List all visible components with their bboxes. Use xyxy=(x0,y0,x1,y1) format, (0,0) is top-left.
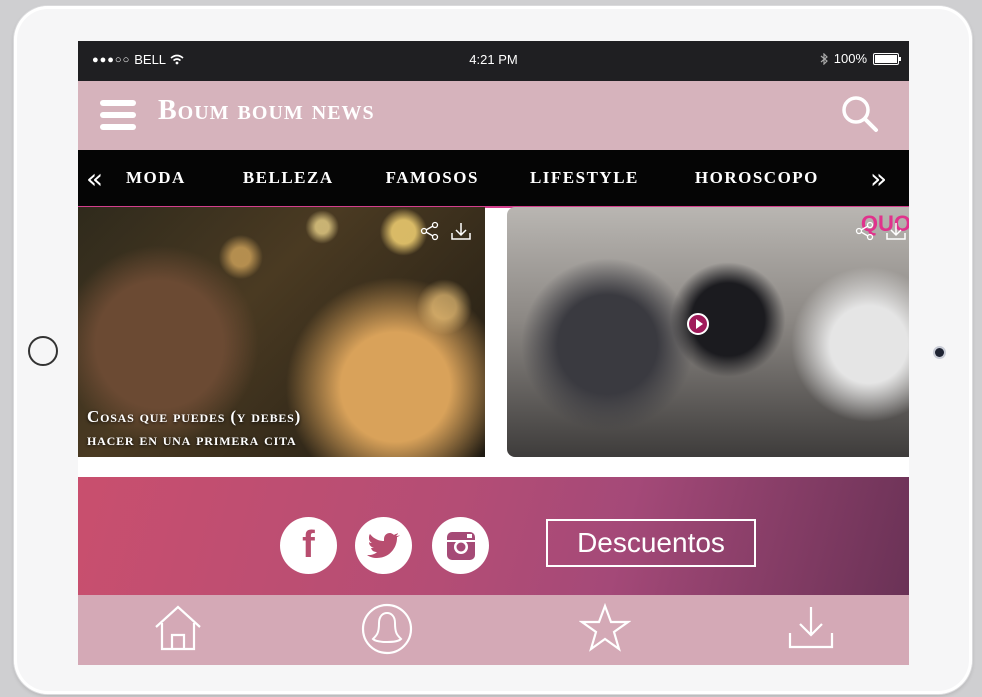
download-icon[interactable] xyxy=(786,603,836,651)
facebook-icon: f xyxy=(302,524,315,566)
category-famosos[interactable]: FAMOSOS xyxy=(386,168,479,188)
profile-icon[interactable] xyxy=(361,603,413,655)
social-bar: f Descuentos xyxy=(78,477,909,595)
category-lifestyle[interactable]: LIFESTYLE xyxy=(530,168,639,188)
discount-button[interactable]: Descuentos xyxy=(546,519,756,567)
battery-percentage: 100% xyxy=(833,51,867,66)
instagram-icon xyxy=(446,531,475,560)
video-card[interactable]: QUO xyxy=(507,207,909,457)
share-icon[interactable] xyxy=(855,221,875,241)
home-button[interactable] xyxy=(28,336,58,366)
search-icon[interactable] xyxy=(841,95,879,133)
category-belleza[interactable]: BELLEZA xyxy=(243,168,334,188)
app-header: Boum boum news xyxy=(78,81,909,150)
download-icon[interactable] xyxy=(450,221,472,241)
category-horoscopo[interactable]: HOROSCOPO xyxy=(695,168,819,188)
clock: 4:21 PM xyxy=(469,52,518,67)
instagram-button[interactable] xyxy=(432,517,489,574)
bluetooth-icon xyxy=(820,52,828,65)
category-moda[interactable]: MODA xyxy=(126,168,186,188)
tab-bar xyxy=(78,595,909,665)
star-icon[interactable] xyxy=(579,603,631,653)
twitter-icon xyxy=(366,532,400,558)
hamburger-icon[interactable] xyxy=(100,100,136,130)
home-icon[interactable] xyxy=(152,603,204,653)
share-icon[interactable] xyxy=(420,221,440,241)
battery-icon xyxy=(873,52,901,65)
category-nav: « MODA BELLEZA FAMOSOS LIFESTYLE HOROSCO… xyxy=(78,150,909,208)
camera xyxy=(935,348,944,357)
status-bar: ●●●○○ BELL 4:21 PM 100% xyxy=(78,41,909,81)
brand-logo: Boum boum news xyxy=(158,95,375,126)
article-title[interactable]: Cosas que puedes (y debes) hacer en una … xyxy=(87,405,301,451)
play-icon[interactable] xyxy=(687,313,709,335)
twitter-button[interactable] xyxy=(355,517,412,574)
article-card[interactable]: Cosas que puedes (y debes) hacer en una … xyxy=(78,207,485,457)
download-icon[interactable] xyxy=(885,221,907,241)
screen: ●●●○○ BELL 4:21 PM 100% Boum boum news «… xyxy=(78,41,909,665)
facebook-button[interactable]: f xyxy=(280,517,337,574)
nav-next-icon[interactable]: » xyxy=(870,162,887,195)
nav-prev-icon[interactable]: « xyxy=(86,162,103,195)
